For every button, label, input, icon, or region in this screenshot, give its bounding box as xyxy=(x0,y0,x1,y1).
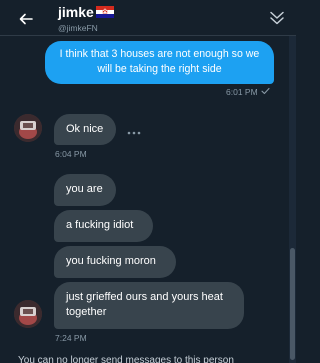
received-message-text: you fucking moron xyxy=(66,255,156,267)
avatar[interactable] xyxy=(14,114,42,142)
scrollbar-thumb[interactable] xyxy=(290,248,295,360)
avatar-image xyxy=(14,300,42,328)
received-message-text: a fucking idiot xyxy=(66,219,134,231)
conversation-notice: You can no longer send messages to this … xyxy=(18,355,234,363)
received-message-text: just grieffed ours and yours heat togeth… xyxy=(66,291,223,318)
received-message-bubble[interactable]: you are xyxy=(54,174,116,206)
conversation-header: jimke @jimkeFN xyxy=(0,0,296,36)
checkmark-icon xyxy=(261,87,270,95)
received-message-text: Ok nice xyxy=(66,123,104,135)
sent-message-text: I think that 3 houses are not enough so … xyxy=(59,48,260,75)
avatar[interactable] xyxy=(14,300,42,328)
conversation-title[interactable]: jimke @jimkeFN xyxy=(58,3,114,34)
collapse-button[interactable] xyxy=(268,9,286,27)
back-button[interactable] xyxy=(14,7,38,31)
user-handle: @jimkeFN xyxy=(58,23,98,33)
more-dots-icon xyxy=(127,131,141,135)
display-name: jimke xyxy=(58,4,94,20)
received-message-bubble[interactable]: just grieffed ours and yours heat togeth… xyxy=(54,282,244,329)
sent-message-bubble[interactable]: I think that 3 houses are not enough so … xyxy=(45,41,274,84)
received-message-text: you are xyxy=(66,183,103,195)
received-message-bubble[interactable]: a fucking idiot xyxy=(54,210,153,242)
croatia-flag-icon xyxy=(95,6,114,18)
received-message-bubble[interactable]: Ok nice xyxy=(54,114,116,145)
received-message-time: 6:04 PM xyxy=(55,149,87,159)
sent-message-time: 6:01 PM xyxy=(226,87,270,97)
received-message-time: 7:24 PM xyxy=(55,333,87,343)
avatar-image xyxy=(14,114,42,142)
sent-time-text: 6:01 PM xyxy=(226,87,258,97)
double-chevron-down-icon xyxy=(270,11,284,25)
more-options-button[interactable] xyxy=(127,124,141,138)
received-message-bubble[interactable]: you fucking moron xyxy=(54,246,176,278)
back-arrow-icon xyxy=(19,13,33,25)
